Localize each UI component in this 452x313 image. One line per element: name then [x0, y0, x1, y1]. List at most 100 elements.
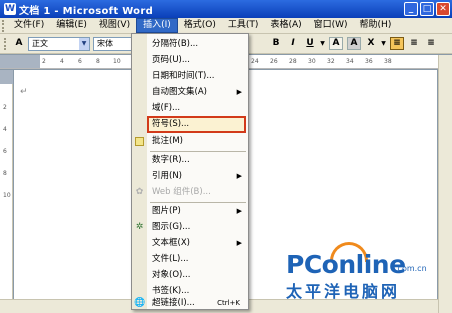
menu-window[interactable]: 窗口(W) — [308, 18, 354, 33]
italic-button[interactable]: I — [285, 36, 301, 51]
ruler-mark: 28 — [289, 58, 297, 65]
hyperlink-icon: 🌐 — [134, 298, 146, 308]
menu-item-label: 自动图文集(A) — [152, 87, 207, 97]
font-value: 宋体 — [97, 38, 113, 48]
menu-view[interactable]: 视图(V) — [93, 18, 136, 33]
ruler-mark: 30 — [308, 58, 316, 65]
menu-separator — [150, 202, 246, 203]
menu-item-label: 批注(M) — [152, 136, 183, 146]
menu-item-number[interactable]: 数字(R)... — [132, 153, 248, 168]
ruler-margin — [0, 55, 40, 68]
bold-button[interactable]: B — [268, 36, 284, 51]
vruler-mark: 6 — [3, 148, 7, 155]
menu-item-label: 对象(O)... — [152, 270, 191, 280]
vertical-ruler[interactable]: 2 4 6 8 10 — [0, 70, 13, 313]
ruler-mark: 34 — [346, 58, 354, 65]
pconline-watermark: PConline .com.cn 太平洋电脑网 — [278, 242, 448, 302]
menu-edit[interactable]: 编辑(E) — [50, 18, 93, 33]
close-button[interactable]: ✕ — [436, 2, 450, 16]
ruler-mark: 36 — [365, 58, 373, 65]
vruler-mark: 4 — [3, 126, 7, 133]
maximize-button[interactable]: □ — [420, 2, 434, 16]
char-shading-button[interactable]: A — [347, 37, 361, 50]
menu-item-reference[interactable]: 引用(N) ▶ — [132, 169, 248, 184]
menu-tools[interactable]: 工具(T) — [222, 18, 265, 33]
watermark-domain: .com.cn — [395, 264, 427, 273]
menu-table[interactable]: 表格(A) — [264, 18, 307, 33]
ruler-mark: 10 — [113, 58, 121, 65]
menu-item-file[interactable]: 文件(L)... — [132, 252, 248, 267]
menu-item-object[interactable]: 对象(O)... — [132, 268, 248, 283]
menu-item-hyperlink[interactable]: 🌐 超链接(I)... Ctrl+K — [132, 296, 248, 311]
menu-item-label: 页码(U)... — [152, 55, 190, 65]
menu-item-label: 引用(N) — [152, 171, 182, 181]
vruler-margin — [0, 70, 13, 84]
menu-item-field[interactable]: 域(F)... — [132, 101, 248, 116]
menu-item-autotext[interactable]: 自动图文集(A) ▶ — [132, 85, 248, 100]
submenu-arrow-icon: ▶ — [236, 88, 242, 96]
vruler-mark: 2 — [3, 104, 7, 111]
menu-insert[interactable]: 插入(I) — [136, 18, 178, 33]
char-border-button[interactable]: A — [329, 37, 343, 50]
menu-item-textbox[interactable]: 文本框(X) ▶ — [132, 236, 248, 251]
align-right-icon[interactable]: ≡ — [423, 36, 439, 51]
align-justify-icon[interactable]: ≡ — [390, 37, 404, 50]
ruler-mark: 26 — [270, 58, 278, 65]
window-title: 文档 1 - Microsoft Word — [19, 5, 154, 17]
ruler-mark: 24 — [251, 58, 259, 65]
menu-item-label: 文件(L)... — [152, 254, 189, 264]
minimize-button[interactable]: _ — [404, 2, 418, 16]
menu-item-label: 日期和时间(T)... — [152, 71, 215, 81]
menu-item-comment[interactable]: 批注(M) — [132, 134, 248, 149]
menu-item-diagram[interactable]: ✲ 图示(G)... — [132, 220, 248, 235]
chevron-down-icon[interactable]: ▼ — [79, 37, 89, 50]
menu-item-picture[interactable]: 图片(P) ▶ — [132, 204, 248, 219]
char-scale-button[interactable]: X — [363, 36, 379, 51]
title-bar: W 文档 1 - Microsoft Word _ □ ✕ — [0, 0, 452, 18]
submenu-arrow-icon: ▶ — [236, 207, 242, 215]
ruler-mark: 4 — [60, 58, 64, 65]
menu-separator — [150, 151, 246, 152]
menu-file[interactable]: 文件(F) — [8, 18, 50, 33]
diagram-icon: ✲ — [135, 222, 144, 232]
menu-item-label: Web 组件(B)... — [152, 187, 211, 197]
insert-menu-dropdown: 分隔符(B)... 页码(U)... 日期和时间(T)... 自动图文集(A) ▶… — [131, 33, 249, 310]
window-controls: _ □ ✕ — [404, 2, 450, 16]
ruler-mark: 6 — [78, 58, 82, 65]
menu-item-label: 超链接(I)... — [152, 298, 195, 308]
ruler-mark: 2 — [42, 58, 46, 65]
watermark-chinese: 太平洋电脑网 — [286, 282, 401, 301]
style-combo[interactable]: 正文 ▼ — [28, 36, 90, 51]
menu-item-label: 符号(S)... — [152, 119, 190, 129]
menu-item-label: 数字(R)... — [152, 155, 190, 165]
word-app-icon[interactable]: W — [4, 3, 16, 15]
menu-item-date-time[interactable]: 日期和时间(T)... — [132, 69, 248, 84]
menu-item-label: 文本框(X) — [152, 238, 190, 248]
menu-format[interactable]: 格式(O) — [178, 18, 222, 33]
menu-item-symbol[interactable]: 符号(S)... — [147, 116, 246, 133]
submenu-arrow-icon: ▶ — [236, 172, 242, 180]
styles-pane-icon[interactable]: A — [11, 36, 27, 51]
char-scale-dropdown-icon[interactable]: ▼ — [380, 36, 387, 51]
font-combo[interactable]: 宋体 — [93, 36, 135, 51]
ruler-mark: 38 — [384, 58, 392, 65]
align-center-icon[interactable]: ≡ — [406, 36, 422, 51]
paragraph-mark-icon: ↵ — [20, 87, 28, 97]
menu-item-break[interactable]: 分隔符(B)... — [132, 37, 248, 52]
toolbar-grip[interactable] — [4, 37, 10, 50]
menu-item-label: 图示(G)... — [152, 222, 191, 232]
underline-button[interactable]: U — [302, 36, 318, 51]
web-component-icon: ✿ — [135, 187, 144, 197]
menu-bar: 文件(F) 编辑(E) 视图(V) 插入(I) 格式(O) 工具(T) 表格(A… — [0, 18, 452, 34]
menu-item-shortcut: Ctrl+K — [217, 299, 240, 307]
underline-dropdown-icon[interactable]: ▼ — [319, 36, 326, 51]
vruler-mark: 10 — [3, 192, 11, 199]
submenu-arrow-icon: ▶ — [236, 239, 242, 247]
ruler-mark: 8 — [96, 58, 100, 65]
menu-help[interactable]: 帮助(H) — [354, 18, 398, 33]
vruler-mark: 8 — [3, 170, 7, 177]
menu-item-page-numbers[interactable]: 页码(U)... — [132, 53, 248, 68]
menu-item-label: 书签(K)... — [152, 286, 190, 296]
style-value: 正文 — [32, 38, 48, 48]
menu-item-label: 图片(P) — [152, 206, 181, 216]
